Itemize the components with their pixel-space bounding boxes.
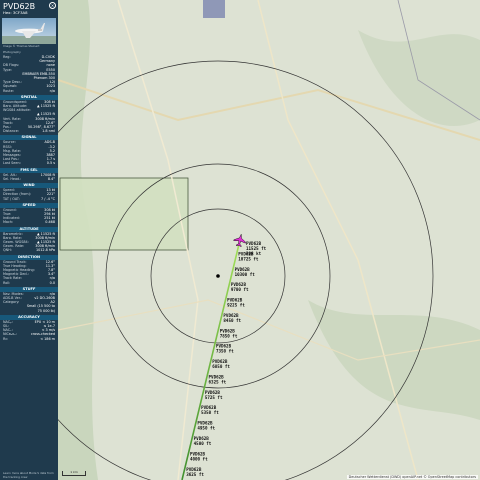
track-label-line: 4950 ft (197, 426, 215, 431)
info-key: Last Seen: (3, 161, 21, 166)
info-value: 8.4° (47, 176, 55, 181)
info-value: ▲ 11525 ft (36, 104, 55, 109)
aircraft-photo-image (2, 23, 56, 45)
track-label-line: 5725 ft (205, 395, 223, 400)
aircraft-details: Reg: D-CVDK Germany DB Flags: none Type: E550 E… (0, 55, 58, 93)
info-row: Last Seen: 0.5 s (0, 161, 58, 165)
track-label-line: 7850 ft (220, 333, 238, 338)
info-value: 75 000 lb) (37, 308, 55, 313)
info-value: n/a (49, 88, 55, 93)
track-label-line: 7350 ft (216, 349, 234, 354)
info-row: Distance: 1.8 nmi (0, 129, 58, 133)
info-row: QNH: 1012.8 hPa (0, 248, 58, 252)
aircraft-label-line: 308 kt (246, 251, 262, 256)
info-key: Sel. Head.: (3, 176, 22, 181)
track-label-line: 10300 ft (235, 272, 256, 277)
info-value: 0.468 (45, 220, 55, 225)
receiver-position-icon (216, 274, 220, 278)
info-row: Mach: 0.468 (0, 220, 58, 224)
info-key: Roll: (3, 280, 11, 285)
track-label-line: 6850 ft (212, 364, 230, 369)
track-label-line: 3625 ft (186, 472, 204, 477)
info-row: Rc: < 186 m (0, 337, 58, 341)
info-key: Distance: (3, 129, 19, 134)
track-label-line: 8450 ft (223, 318, 241, 323)
map-attribution[interactable]: Deutscher Wetterdienst (DWD) openAIP.net… (346, 475, 478, 479)
track-label-line: 10725 ft (238, 256, 259, 261)
map-view[interactable]: PVD62B 10725 ft PVD62B 10300 ft PVD62B 9700 f… (58, 0, 480, 480)
aircraft-sections: SPATIAL Groundspeed: 308 kt Baro. Altitude:… (0, 94, 58, 341)
info-key: Mach: (3, 220, 14, 225)
info-row: Sel. Head.: 8.4° (0, 177, 58, 181)
info-key: Rc: (3, 336, 9, 341)
info-key: QNH: (3, 248, 12, 253)
info-key: Reg: (3, 55, 11, 60)
close-icon[interactable]: × (49, 2, 56, 9)
sidebar-footer[interactable]: Learn more about Mode S data from the tr… (0, 471, 58, 480)
info-row: Route: n/a (0, 89, 58, 93)
info-value: 1012.8 hPa (35, 248, 55, 253)
track-label-line: 6325 ft (209, 379, 227, 384)
info-row: Roll: 0.0 (0, 281, 58, 285)
info-row: TAT / OAT: 7 / -4 °C (0, 197, 58, 201)
info-value: 0.5 s (46, 161, 55, 166)
info-row: 75 000 lb) (0, 309, 58, 313)
aircraft-photo[interactable] (2, 18, 56, 45)
info-value: 1.8 nmi (42, 129, 55, 134)
hex-code: Hex: 3CF3A8 (3, 10, 28, 15)
info-value: 7 / -4 °C (41, 196, 55, 201)
info-value: < 186 m (40, 336, 55, 341)
town-overlay (60, 178, 188, 250)
track-label-line: 4000 ft (190, 456, 208, 461)
track-label-line: 4500 ft (194, 441, 212, 446)
info-key: Category: (3, 300, 20, 305)
info-key: Type: (3, 67, 12, 72)
info-key: Route: (3, 88, 14, 93)
aircraft-info-sidebar: PVD62B Hex: 3CF3A8 × Image © Thomas Stei… (0, 0, 58, 480)
track-label-line: 5350 ft (201, 410, 219, 415)
info-key: WGS84 altitude: (3, 108, 31, 113)
weather-echo (203, 0, 225, 18)
track-label-line: 9225 ft (227, 303, 245, 308)
scale-bar: 1 km (62, 471, 86, 476)
info-value: 0.0 (49, 280, 55, 285)
map-canvas[interactable]: PVD62B10725 ftPVD62B10300 ftPVD62B9700 f… (58, 0, 480, 480)
info-key: TAT / OAT: (3, 196, 20, 201)
track-label-line: 9700 ft (231, 287, 249, 292)
